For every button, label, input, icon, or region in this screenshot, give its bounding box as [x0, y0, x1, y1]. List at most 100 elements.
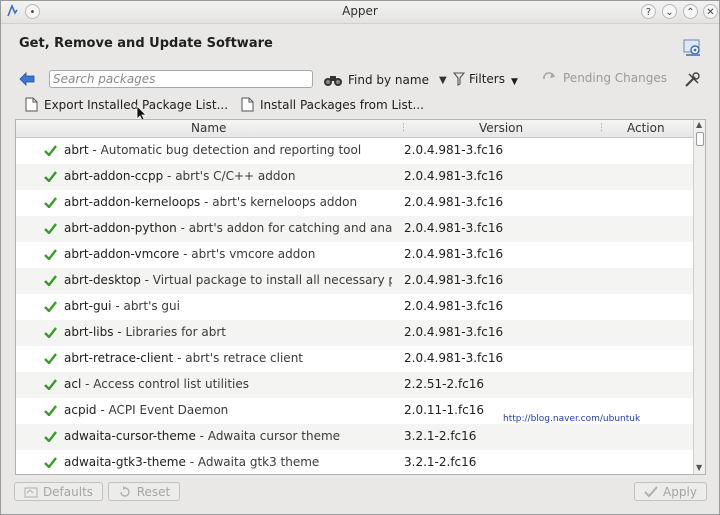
- close-button[interactable]: ✕: [703, 4, 718, 19]
- tools-icon[interactable]: [683, 71, 701, 89]
- column-action[interactable]: Action: [627, 121, 665, 135]
- installed-check-icon: [44, 301, 57, 312]
- column-name[interactable]: Name: [191, 121, 226, 135]
- table-row[interactable]: adwaita-cursor-theme - Adwaita cursor th…: [16, 424, 693, 450]
- filter-icon: [453, 72, 465, 86]
- apper-window: • Apper ? ⌄ ⌃ ✕ Get, Remove and Update S…: [0, 0, 720, 515]
- table-row[interactable]: abrt-addon-kerneloops - abrt's kerneloop…: [16, 190, 693, 216]
- maximize-button[interactable]: ⌃: [683, 4, 698, 19]
- package-name: abrt-desktop: [64, 273, 141, 287]
- find-by-label: Find by name: [348, 73, 429, 87]
- export-list-button[interactable]: Export Installed Package List...: [25, 97, 228, 112]
- reset-icon: [120, 485, 130, 497]
- installed-check-icon: [44, 275, 57, 286]
- package-description: - abrt's gui: [111, 299, 180, 313]
- installed-check-icon: [44, 327, 57, 338]
- package-version: 2.0.4.981-3.fc16: [404, 247, 504, 261]
- package-name: abrt-gui: [64, 299, 112, 313]
- column-separator[interactable]: ⋮: [399, 123, 408, 133]
- page-title: Get, Remove and Update Software: [19, 36, 273, 51]
- scrollbar-thumb[interactable]: [696, 132, 704, 146]
- package-version: 2.0.4.981-3.fc16: [404, 169, 504, 183]
- package-version: 2.2.51-2.fc16: [404, 377, 485, 391]
- table-row[interactable]: abrt-addon-ccpp - abrt's C/C++ addon 2.0.…: [16, 164, 693, 190]
- package-version: 2.0.4.981-3.fc16: [404, 273, 504, 287]
- table-rows: abrt - Automatic bug detection and repor…: [16, 138, 693, 474]
- package-description: - Adwaita gtk3 theme: [185, 455, 320, 469]
- binoculars-icon: [324, 76, 342, 86]
- table-row[interactable]: abrt-addon-vmcore - abrt's vmcore addon 2…: [16, 242, 693, 268]
- help-button[interactable]: ?: [641, 4, 656, 19]
- vertical-scrollbar[interactable]: ▲ ▼: [693, 120, 705, 474]
- scroll-up-icon[interactable]: ▲: [696, 120, 702, 129]
- package-version: 2.0.4.981-3.fc16: [404, 195, 504, 209]
- watermark-text: http://blog.naver.com/ubuntuk: [503, 414, 641, 424]
- table-row[interactable]: acl - Access control list utilities 2.2.5…: [16, 372, 693, 398]
- package-version: 3.2.1-2.fc16: [404, 455, 477, 469]
- package-name: abrt-addon-ccpp: [64, 169, 164, 183]
- package-description: - Virtual package to install all necessa…: [140, 273, 392, 287]
- package-version: 3.2.1-2.fc16: [404, 429, 477, 443]
- installed-check-icon: [44, 431, 57, 442]
- apply-button[interactable]: Apply: [634, 482, 707, 501]
- installed-check-icon: [44, 353, 57, 364]
- list-actions: Export Installed Package List... Install…: [1, 95, 719, 117]
- package-description: - Libraries for abrt: [113, 325, 227, 339]
- package-version: 2.0.4.981-3.fc16: [404, 299, 504, 313]
- document-export-icon: [25, 97, 38, 112]
- table-row[interactable]: abrt-desktop - Virtual package to instal…: [16, 268, 693, 294]
- package-name: abrt-retrace-client: [64, 351, 174, 365]
- package-version: 2.0.4.981-3.fc16: [404, 143, 504, 157]
- installed-check-icon: [44, 249, 57, 260]
- package-description: - ACPI Event Daemon: [96, 403, 229, 417]
- bottom-bar: Defaults Reset Apply: [1, 481, 719, 503]
- search-input[interactable]: [49, 70, 313, 88]
- installed-check-icon: [44, 197, 57, 208]
- installed-check-icon: [44, 457, 57, 468]
- settings-icon[interactable]: [683, 39, 703, 57]
- table-header: Name ⋮ Version ⋮ Action: [16, 120, 693, 138]
- install-from-list-label: Install Packages from List...: [260, 97, 424, 112]
- column-version[interactable]: Version: [479, 121, 523, 135]
- chevron-down-icon: ▼: [510, 77, 518, 87]
- package-name: abrt-addon-kerneloops: [64, 195, 201, 209]
- pending-changes-label: Pending Changes: [563, 71, 667, 85]
- install-from-list-button[interactable]: Install Packages from List...: [241, 97, 424, 112]
- package-description: - Adwaita cursor theme: [195, 429, 341, 443]
- table-row[interactable]: abrt - Automatic bug detection and repor…: [16, 138, 693, 164]
- reset-label: Reset: [136, 484, 171, 499]
- apply-check-icon: [644, 485, 658, 497]
- table-row[interactable]: abrt-gui - abrt's gui 2.0.4.981-3.fc16: [16, 294, 693, 320]
- chevron-down-icon[interactable]: ▼: [439, 75, 447, 86]
- defaults-button[interactable]: Defaults: [14, 482, 103, 501]
- defaults-icon: [24, 487, 38, 497]
- package-description: - abrt's vmcore addon: [179, 247, 316, 261]
- table-row[interactable]: adwaita-gtk3-theme - Adwaita gtk3 theme 3…: [16, 450, 693, 474]
- package-description: - abrt's retrace client: [173, 351, 303, 365]
- reset-button[interactable]: Reset: [108, 482, 180, 501]
- filters-label: Filters: [469, 72, 505, 86]
- package-name: abrt-addon-vmcore: [64, 247, 180, 261]
- package-description: - Automatic bug detection and reporting …: [88, 143, 362, 157]
- table-row[interactable]: abrt-libs - Libraries for abrt 2.0.4.981-…: [16, 320, 693, 346]
- package-version: 2.0.11-1.fc16: [404, 403, 485, 417]
- minimize-button[interactable]: ⌄: [662, 4, 677, 19]
- installed-check-icon: [44, 379, 57, 390]
- package-version: 2.0.4.981-3.fc16: [404, 351, 504, 365]
- package-name: adwaita-cursor-theme: [64, 429, 196, 443]
- table-row[interactable]: abrt-addon-python - abrt's addon for cat…: [16, 216, 693, 242]
- package-name: adwaita-gtk3-theme: [64, 455, 186, 469]
- find-by-name-button[interactable]: Find by name ▼: [323, 71, 447, 89]
- package-version: 2.0.4.981-3.fc16: [404, 221, 504, 235]
- column-separator[interactable]: ⋮: [597, 123, 606, 133]
- title-bar[interactable]: • Apper ? ⌄ ⌃ ✕: [1, 1, 719, 24]
- package-name: abrt-libs: [64, 325, 114, 339]
- back-arrow-icon[interactable]: [19, 72, 35, 86]
- package-name: acl: [64, 377, 82, 391]
- installed-check-icon: [44, 405, 57, 416]
- pending-changes-button[interactable]: Pending Changes: [541, 71, 667, 85]
- table-row[interactable]: abrt-retrace-client - abrt's retrace cli…: [16, 346, 693, 372]
- filters-button[interactable]: Filters ▼: [453, 71, 518, 87]
- scroll-down-icon[interactable]: ▼: [696, 463, 702, 472]
- package-description: - abrt's addon for catching and analyzi: [176, 221, 392, 235]
